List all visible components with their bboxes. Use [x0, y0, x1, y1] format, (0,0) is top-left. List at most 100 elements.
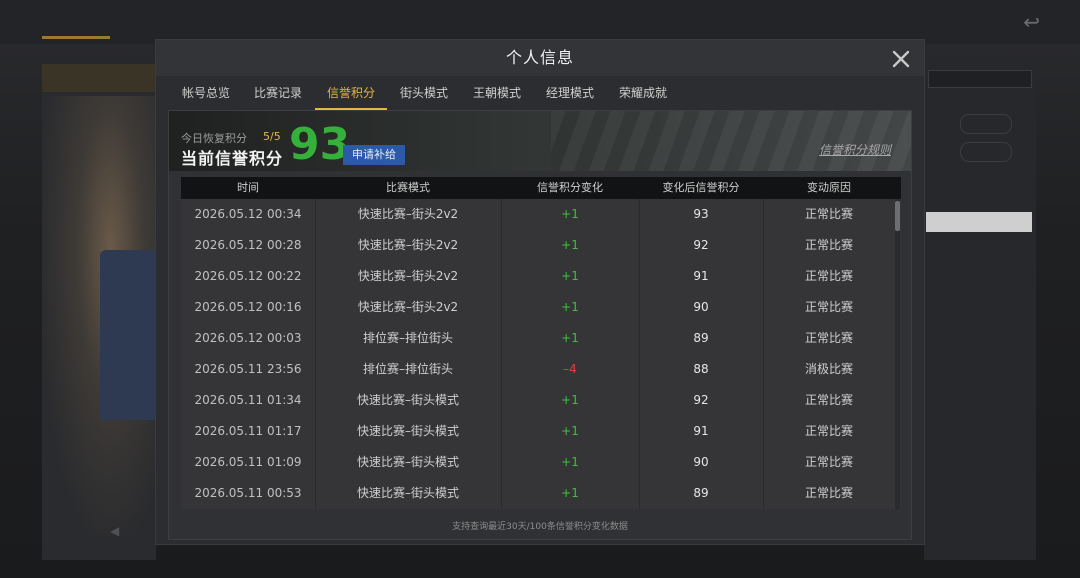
- background-left-panel-header: [42, 64, 156, 92]
- credit-rules-link[interactable]: 信誉积分规则: [819, 141, 891, 158]
- cell-mode: 快速比赛–街头模式: [356, 486, 459, 500]
- header-after: 变化后信誉积分: [662, 181, 740, 194]
- cell-reason: 正常比赛: [804, 331, 853, 345]
- cell-reason: 正常比赛: [804, 207, 853, 221]
- background-right-panel: [924, 64, 1036, 560]
- cell-after-score: 92: [693, 393, 709, 407]
- current-score-value: 93: [289, 119, 351, 170]
- cell-time: 2026.05.12 00:03: [194, 331, 302, 345]
- table-scrollbar[interactable]: [895, 199, 900, 509]
- column-divider: [501, 199, 502, 509]
- credit-summary-banner: 今日恢复积分 5/5 当前信誉积分 93 申请补给 信誉积分规则: [169, 111, 911, 171]
- cell-mode: 快速比赛–街头模式: [356, 393, 459, 407]
- today-recovery-value: 5/5: [263, 130, 281, 143]
- cell-after-score: 91: [693, 269, 709, 283]
- header-mode: 比赛模式: [386, 181, 430, 194]
- tab-manager-mode[interactable]: 经理模式: [546, 84, 594, 108]
- cell-reason: 正常比赛: [804, 393, 853, 407]
- table-row: 2026.05.11 23:56 排位赛–排位街头 –4 88 消极比赛: [181, 354, 895, 385]
- today-recovery-label: 今日恢复积分: [181, 132, 247, 145]
- credit-score-content: 今日恢复积分 5/5 当前信誉积分 93 申请补给 信誉积分规则 时间 比赛模式…: [168, 110, 912, 540]
- background-pill: [960, 142, 1012, 162]
- background-tab-underline: [42, 36, 110, 39]
- cell-time: 2026.05.12 00:28: [194, 238, 302, 252]
- cell-time: 2026.05.11 00:53: [194, 486, 302, 500]
- tab-match-records[interactable]: 比赛记录: [254, 84, 302, 108]
- cell-time: 2026.05.11 23:56: [194, 362, 302, 376]
- cell-time: 2026.05.12 00:34: [194, 207, 302, 221]
- table-row: 2026.05.11 00:53 快速比赛–街头模式 +1 89 正常比赛: [181, 478, 895, 509]
- table-row: 2026.05.11 01:17 快速比赛–街头模式 +1 91 正常比赛: [181, 416, 895, 447]
- cell-change: +1: [561, 331, 579, 345]
- cell-time: 2026.05.11 01:34: [194, 393, 302, 407]
- tab-street-mode[interactable]: 街头模式: [400, 84, 448, 108]
- cell-change: +1: [561, 238, 579, 252]
- column-divider: [639, 199, 640, 509]
- cell-time: 2026.05.11 01:17: [194, 424, 302, 438]
- cell-after-score: 90: [693, 455, 709, 469]
- modal-title: 个人信息: [505, 48, 574, 67]
- header-time: 时间: [237, 181, 259, 194]
- cell-reason: 正常比赛: [804, 424, 853, 438]
- cell-change: +1: [561, 269, 579, 283]
- table-row: 2026.05.12 00:28 快速比赛–街头2v2 +1 92 正常比赛: [181, 230, 895, 261]
- cell-after-score: 91: [693, 424, 709, 438]
- scrollbar-thumb[interactable]: [895, 201, 900, 231]
- cell-after-score: 90: [693, 300, 709, 314]
- cell-after-score: 88: [693, 362, 709, 376]
- cell-change: +1: [561, 455, 579, 469]
- table-header: 时间 比赛模式 信誉积分变化 变化后信誉积分 变动原因: [181, 177, 901, 199]
- cell-time: 2026.05.11 01:09: [194, 455, 302, 469]
- cell-after-score: 89: [693, 486, 709, 500]
- cell-change: –4: [563, 362, 577, 376]
- cell-change: +1: [561, 424, 579, 438]
- cell-after-score: 92: [693, 238, 709, 252]
- table-row: 2026.05.12 00:22 快速比赛–街头2v2 +1 91 正常比赛: [181, 261, 895, 292]
- current-score-label: 当前信誉积分: [181, 149, 284, 168]
- tab-account-overview[interactable]: 帐号总览: [182, 84, 230, 108]
- cell-mode: 排位赛–排位街头: [362, 362, 453, 376]
- column-divider: [315, 199, 316, 509]
- cell-mode: 快速比赛–街头2v2: [357, 207, 459, 221]
- modal-tabs: 帐号总览 比赛记录 信誉积分 街头模式 王朝模式 经理模式 荣耀成就: [156, 84, 924, 110]
- background-select: [928, 70, 1032, 88]
- cell-reason: 正常比赛: [804, 300, 853, 314]
- table-row: 2026.05.12 00:16 快速比赛–街头2v2 +1 90 正常比赛: [181, 292, 895, 323]
- apply-supply-button[interactable]: 申请补给: [343, 145, 405, 165]
- column-divider: [763, 199, 764, 509]
- cell-time: 2026.05.12 00:16: [194, 300, 302, 314]
- close-button[interactable]: [890, 48, 912, 70]
- table-row: 2026.05.12 00:03 排位赛–排位街头 +1 89 正常比赛: [181, 323, 895, 354]
- table-row: 2026.05.11 01:09 快速比赛–街头模式 +1 90 正常比赛: [181, 447, 895, 478]
- cell-reason: 正常比赛: [804, 238, 853, 252]
- header-change: 信誉积分变化: [537, 181, 603, 194]
- cell-after-score: 93: [693, 207, 709, 221]
- personal-info-modal: 个人信息 帐号总览 比赛记录 信誉积分 街头模式 王朝模式 经理模式 荣耀成就 …: [156, 40, 924, 544]
- cell-mode: 快速比赛–街头模式: [356, 424, 459, 438]
- table-body[interactable]: 2026.05.12 00:34 快速比赛–街头2v2 +1 93 正常比赛 2026.0…: [181, 199, 901, 509]
- background-money-bar: [926, 212, 1032, 232]
- cell-change: +1: [561, 393, 579, 407]
- cell-reason: 消极比赛: [804, 362, 853, 376]
- tab-dynasty-mode[interactable]: 王朝模式: [473, 84, 521, 108]
- background-pill: [960, 114, 1012, 134]
- cell-mode: 快速比赛–街头2v2: [357, 238, 459, 252]
- cell-after-score: 89: [693, 331, 709, 345]
- cell-change: +1: [561, 486, 579, 500]
- cell-reason: 正常比赛: [804, 269, 853, 283]
- cell-reason: 正常比赛: [804, 486, 853, 500]
- cell-mode: 快速比赛–街头模式: [356, 455, 459, 469]
- query-limit-note: 支持查询最近30天/100条信誉积分变化数据: [452, 522, 628, 532]
- cell-mode: 快速比赛–街头2v2: [357, 300, 459, 314]
- background-player-jersey: [100, 250, 156, 420]
- tab-credit-score[interactable]: 信誉积分: [315, 84, 388, 110]
- cell-change: +1: [561, 300, 579, 314]
- close-icon: [892, 50, 910, 68]
- table-row: 2026.05.11 01:34 快速比赛–街头模式 +1 92 正常比赛: [181, 385, 895, 416]
- cell-reason: 正常比赛: [804, 455, 853, 469]
- table-row: 2026.05.12 00:34 快速比赛–街头2v2 +1 93 正常比赛: [181, 199, 895, 230]
- cell-change: +1: [561, 207, 579, 221]
- background-topbar: [0, 0, 1080, 44]
- cell-mode: 快速比赛–街头2v2: [357, 269, 459, 283]
- tab-honor-achievements[interactable]: 荣耀成就: [619, 84, 667, 108]
